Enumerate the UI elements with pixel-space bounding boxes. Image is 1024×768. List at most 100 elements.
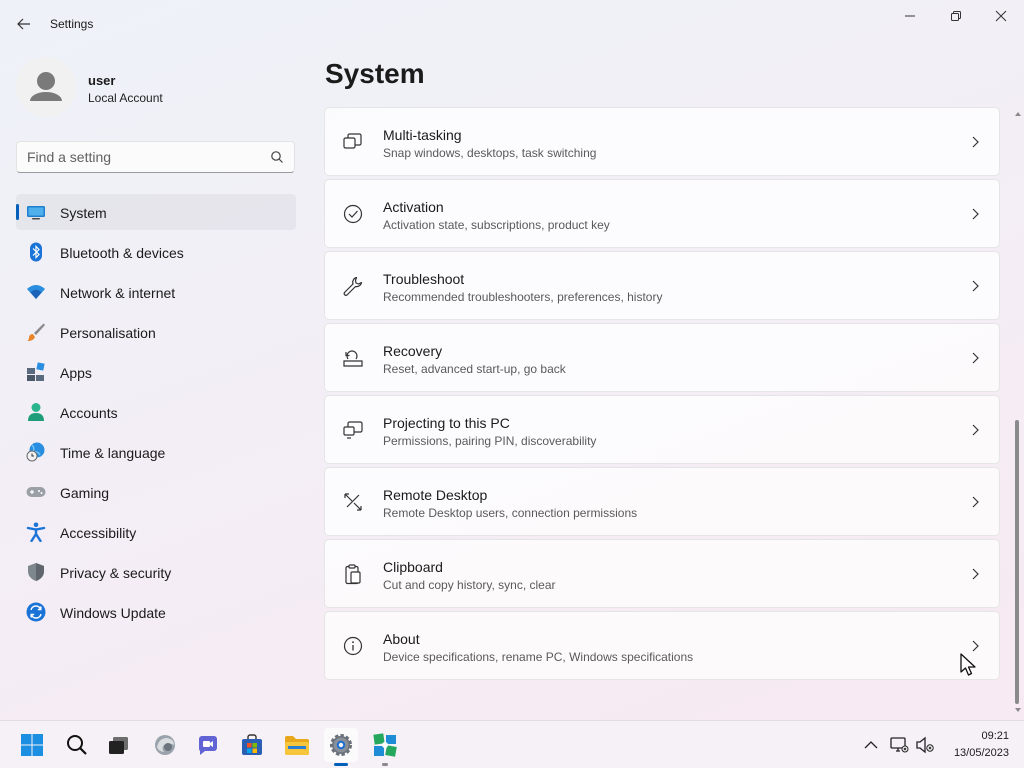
projecting-icon	[343, 421, 363, 439]
gamepad-icon	[26, 487, 46, 497]
running-app-indicator	[382, 763, 388, 766]
apps-icon	[27, 362, 45, 381]
card-title: Multi-tasking	[383, 127, 462, 143]
sidebar-item-label: Accounts	[60, 405, 118, 421]
file-explorer-button[interactable]	[280, 728, 314, 762]
search-icon	[67, 735, 87, 755]
speaker-muted-icon	[916, 736, 934, 754]
maximize-button[interactable]	[933, 0, 979, 32]
pinned-app-button[interactable]	[368, 728, 402, 762]
avatar[interactable]	[16, 57, 76, 117]
user-name: user	[88, 73, 116, 88]
scroll-down-arrow-icon[interactable]	[1014, 706, 1022, 714]
restore-icon	[951, 11, 961, 21]
bluetooth-icon	[30, 242, 42, 262]
windows-start-icon	[21, 734, 43, 756]
selection-indicator	[16, 204, 19, 220]
recovery-icon	[343, 350, 363, 367]
account-type: Local Account	[88, 91, 163, 105]
sidebar-item-label: Network & internet	[60, 285, 176, 301]
wifi-icon	[27, 285, 45, 299]
clipboard-icon	[345, 564, 361, 585]
store-button[interactable]	[235, 728, 269, 762]
brush-icon	[27, 323, 45, 342]
scroll-up-arrow-icon[interactable]	[1014, 110, 1022, 118]
card-description: Remote Desktop users, connection permiss…	[383, 506, 638, 520]
card-title: Remote Desktop	[383, 487, 488, 503]
sidebar-item-personalisation[interactable]: Personalisation	[16, 314, 296, 350]
close-button[interactable]	[978, 0, 1024, 32]
sidebar-item-windows-update[interactable]: Windows Update	[16, 594, 296, 630]
sidebar-item-label: Accessibility	[60, 525, 137, 541]
card-description: Reset, advanced start-up, go back	[383, 362, 566, 376]
sidebar-item-gaming[interactable]: Gaming	[16, 474, 296, 510]
settings-app-button[interactable]	[324, 728, 358, 762]
card-title: Recovery	[383, 343, 443, 359]
sidebar-item-time-language[interactable]: Time & language	[16, 434, 296, 470]
card-description: Device specifications, rename PC, Window…	[383, 650, 694, 664]
chevron-right-icon	[972, 496, 979, 508]
card-title: Troubleshoot	[383, 271, 465, 287]
settings-gear-icon	[330, 734, 352, 756]
activation-check-icon	[343, 204, 363, 224]
minimize-button[interactable]	[887, 0, 933, 32]
minimize-icon	[905, 15, 915, 17]
search-icon[interactable]	[270, 150, 284, 164]
card-multitasking[interactable]: Multi-tasking Snap windows, desktops, ta…	[324, 107, 1000, 176]
sidebar-item-label: Privacy & security	[60, 565, 172, 581]
accounts-icon	[28, 403, 44, 421]
start-button[interactable]	[15, 728, 49, 762]
sidebar-item-system[interactable]: System	[16, 194, 296, 230]
card-remote-desktop[interactable]: Remote Desktop Remote Desktop users, con…	[324, 467, 1000, 536]
card-description: Cut and copy history, sync, clear	[383, 578, 556, 592]
card-projecting[interactable]: Projecting to this PC Permissions, pairi…	[324, 395, 1000, 464]
shield-icon	[28, 563, 44, 581]
clock-time[interactable]: 09:21	[981, 730, 1009, 742]
sidebar-item-label: Gaming	[60, 485, 110, 501]
show-hidden-icons-button[interactable]	[860, 734, 882, 756]
volume-button[interactable]	[914, 734, 936, 756]
sidebar-item-label: Personalisation	[60, 325, 156, 341]
network-status-button[interactable]	[888, 734, 910, 756]
globe-clock-icon	[26, 442, 45, 462]
edge-icon	[155, 735, 175, 755]
back-button[interactable]	[10, 10, 38, 38]
settings-card-list: Multi-tasking Snap windows, desktops, ta…	[324, 107, 1000, 683]
remote-desktop-icon	[344, 493, 362, 511]
sidebar-item-apps[interactable]: Apps	[16, 354, 296, 390]
active-app-indicator	[334, 763, 348, 766]
card-activation[interactable]: Activation Activation state, subscriptio…	[324, 179, 1000, 248]
clock-date[interactable]: 13/05/2023	[954, 747, 1009, 759]
multitasking-icon	[343, 133, 362, 149]
chevron-up-icon	[864, 741, 878, 749]
task-view-button[interactable]	[102, 728, 136, 762]
scrollbar-thumb[interactable]	[1015, 420, 1019, 704]
file-explorer-icon	[285, 736, 309, 755]
sidebar-item-privacy[interactable]: Privacy & security	[16, 554, 296, 590]
close-icon	[995, 10, 1007, 22]
search-input[interactable]	[17, 142, 247, 172]
card-troubleshoot[interactable]: Troubleshoot Recommended troubleshooters…	[324, 251, 1000, 320]
system-icon	[27, 206, 45, 220]
wrench-icon	[343, 276, 363, 296]
chevron-right-icon	[972, 136, 979, 148]
sidebar-item-label: Windows Update	[60, 605, 166, 621]
sidebar-item-accessibility[interactable]: Accessibility	[16, 514, 296, 550]
sidebar-item-network[interactable]: Network & internet	[16, 274, 296, 310]
card-about[interactable]: About Device specifications, rename PC, …	[324, 611, 1000, 680]
sidebar-nav: System Bluetooth & devices Network & int…	[16, 194, 296, 634]
card-title: Clipboard	[383, 559, 443, 575]
app-title: Settings	[50, 17, 94, 31]
sidebar-item-accounts[interactable]: Accounts	[16, 394, 296, 430]
app-icon	[373, 733, 397, 757]
card-description: Recommended troubleshooters, preferences…	[383, 290, 663, 304]
taskbar-search-button[interactable]	[60, 728, 94, 762]
card-title: Activation	[383, 199, 444, 215]
teams-chat-button[interactable]	[191, 728, 225, 762]
card-clipboard[interactable]: Clipboard Cut and copy history, sync, cl…	[324, 539, 1000, 608]
card-recovery[interactable]: Recovery Reset, advanced start-up, go ba…	[324, 323, 1000, 392]
sidebar-item-bluetooth[interactable]: Bluetooth & devices	[16, 234, 296, 270]
chevron-right-icon	[972, 568, 979, 580]
sidebar-item-label: Bluetooth & devices	[60, 245, 184, 261]
edge-button[interactable]	[148, 728, 182, 762]
